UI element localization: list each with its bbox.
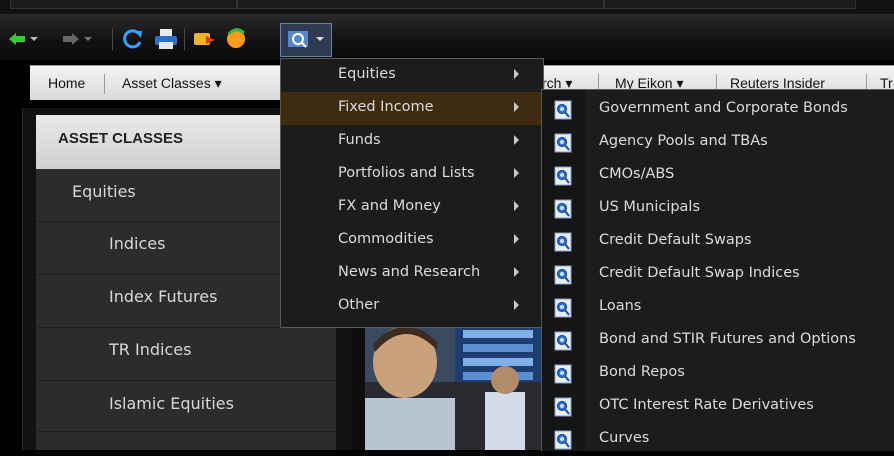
window-tab[interactable] — [604, 0, 856, 9]
submenu-arrow-icon — [514, 234, 519, 244]
search-app-dropdown-icon[interactable] — [314, 27, 326, 51]
submenu-item-label: CMOs/ABS — [599, 166, 675, 182]
asset-class-label: Islamic Equities — [109, 394, 234, 413]
menu-item-funds[interactable]: Funds — [281, 125, 543, 158]
menu-item-label: Other — [338, 297, 380, 313]
submenu-item-label: Credit Default Swaps — [599, 232, 752, 248]
window-tab[interactable] — [237, 0, 604, 9]
nav-separator — [104, 74, 105, 94]
nav-asset-classes[interactable]: Asset Classes ▾ — [122, 66, 222, 100]
search-app-icon — [554, 199, 572, 219]
submenu-item-label: Curves — [599, 430, 650, 446]
submenu-item-label: Bond and STIR Futures and Options — [599, 331, 856, 347]
menu-item-label: Commodities — [338, 231, 434, 247]
submenu-item-label: OTC Interest Rate Derivatives — [599, 397, 814, 413]
refresh-icon[interactable] — [120, 27, 146, 51]
search-app-icon — [554, 298, 572, 318]
submenu-arrow-icon — [514, 168, 519, 178]
menu-item-label: Equities — [338, 66, 396, 82]
trading-floor-photo — [365, 322, 543, 450]
submenu-arrow-icon — [514, 201, 519, 211]
submenu-item[interactable]: Bond and STIR Futures and Options — [542, 324, 894, 357]
asset-classes-title: ASSET CLASSES — [58, 130, 184, 147]
submenu-item[interactable]: US Municipals — [542, 192, 894, 225]
submenu-arrow-icon — [514, 135, 519, 145]
search-app-icon — [554, 364, 572, 384]
search-app-icon[interactable] — [284, 27, 312, 51]
submenu-item-label: Credit Default Swap Indices — [599, 265, 800, 281]
menu-item-label: Funds — [338, 132, 381, 148]
menu-item-label: Fixed Income — [338, 99, 434, 115]
search-app-icon — [554, 166, 572, 186]
chat-icon[interactable] — [222, 27, 250, 51]
search-app-icon — [554, 133, 572, 153]
submenu-item[interactable]: Government and Corporate Bonds — [542, 93, 894, 126]
menu-item-equities[interactable]: Equities — [281, 59, 543, 92]
search-app-icon — [554, 100, 572, 120]
arrow-right-icon[interactable] — [62, 27, 80, 51]
menu-item-portfolios-and-lists[interactable]: Portfolios and Lists — [281, 158, 543, 191]
menu-item-fx-and-money[interactable]: FX and Money — [281, 191, 543, 224]
back-dropdown-icon[interactable] — [28, 27, 40, 51]
forward-dropdown-icon[interactable] — [82, 27, 94, 51]
submenu-arrow-icon — [514, 300, 519, 310]
send-icon[interactable] — [190, 27, 218, 51]
asset-class-label: Equities — [72, 182, 136, 201]
nav-home[interactable]: Home — [48, 66, 85, 100]
asset-class-row-tr-indices[interactable]: TR Indices — [36, 328, 336, 381]
submenu-arrow-icon — [514, 69, 519, 79]
submenu-arrow-icon — [514, 102, 519, 112]
submenu-item[interactable]: Credit Default Swap Indices — [542, 258, 894, 291]
search-app-icon — [554, 331, 572, 351]
submenu-item-label: US Municipals — [599, 199, 701, 215]
submenu-item[interactable]: Bond Repos — [542, 357, 894, 390]
submenu-item[interactable]: Curves — [542, 423, 894, 456]
submenu-item-label: Bond Repos — [599, 364, 685, 380]
search-app-icon — [554, 430, 572, 450]
submenu-item[interactable]: CMOs/ABS — [542, 159, 894, 192]
submenu-item-label: Loans — [599, 298, 642, 314]
arrow-left-icon[interactable] — [8, 27, 26, 51]
asset-class-label: Indices — [109, 234, 166, 253]
toolbar-separator — [184, 28, 185, 50]
menu-item-label: News and Research — [338, 264, 481, 280]
menu-item-label: Portfolios and Lists — [338, 165, 475, 181]
menu-item-fixed-income[interactable]: Fixed Income — [281, 92, 543, 125]
toolbar-separator — [112, 28, 113, 50]
asset-class-row-islamic-equities[interactable]: Islamic Equities — [36, 381, 336, 432]
search-app-icon — [554, 397, 572, 417]
menu-item-commodities[interactable]: Commodities — [281, 224, 543, 257]
search-app-icon — [554, 265, 572, 285]
submenu-item[interactable]: OTC Interest Rate Derivatives — [542, 390, 894, 423]
submenu-item[interactable]: Credit Default Swaps — [542, 225, 894, 258]
submenu-item[interactable]: Loans — [542, 291, 894, 324]
fixed-income-submenu: Government and Corporate Bonds Agency Poo… — [541, 89, 894, 451]
asset-class-row-partial — [36, 432, 336, 450]
menu-item-other[interactable]: Other — [281, 290, 543, 323]
submenu-arrow-icon — [514, 267, 519, 277]
submenu-item-label: Agency Pools and TBAs — [599, 133, 768, 149]
menu-item-label: FX and Money — [338, 198, 441, 214]
app-category-menu: Equities Fixed Income Funds Portfolios a… — [280, 58, 544, 328]
asset-class-label: TR Indices — [109, 340, 192, 359]
submenu-item-label: Government and Corporate Bonds — [599, 100, 848, 116]
submenu-item[interactable]: Agency Pools and TBAs — [542, 126, 894, 159]
asset-class-label: Index Futures — [109, 287, 218, 306]
window-tab[interactable] — [10, 0, 237, 9]
search-app-icon — [554, 232, 572, 252]
menu-item-news-and-research[interactable]: News and Research — [281, 257, 543, 290]
print-icon[interactable] — [152, 27, 180, 51]
